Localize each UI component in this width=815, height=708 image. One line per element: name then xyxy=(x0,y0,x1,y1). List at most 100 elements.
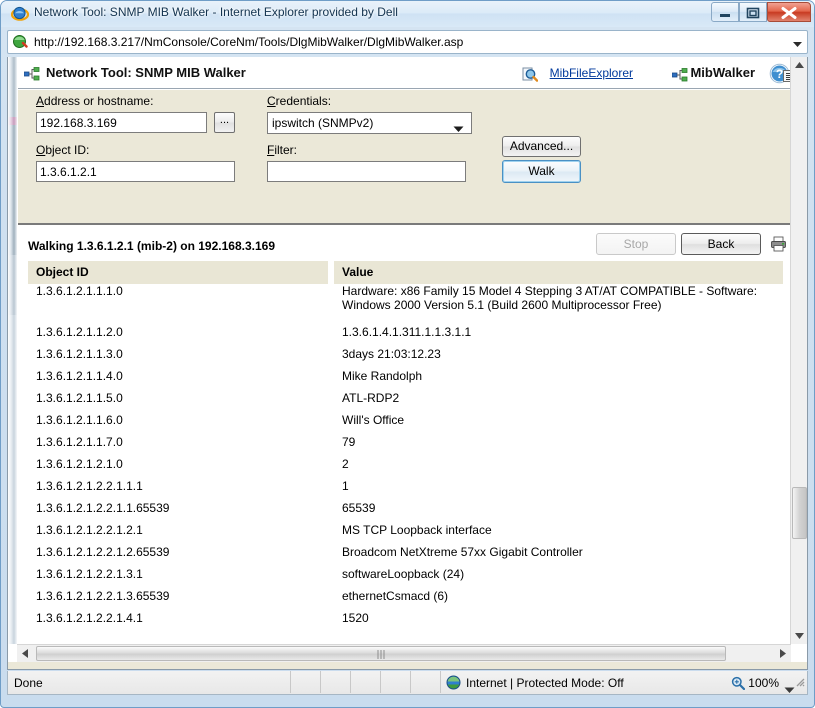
browser-window: Network Tool: SNMP MIB Walker - Internet… xyxy=(0,0,815,708)
table-row[interactable]: 1.3.6.1.2.1.2.2.1.1.65539 65539 xyxy=(28,501,783,523)
cell-object-id: 1.3.6.1.2.1.2.2.1.3.65539 xyxy=(36,589,169,603)
advanced-button-label: Advanced... xyxy=(510,139,573,153)
address-bar[interactable]: http://192.168.3.217/NmConsole/CoreNm/To… xyxy=(7,30,808,54)
address-bar-container: http://192.168.3.217/NmConsole/CoreNm/To… xyxy=(7,30,808,54)
cell-object-id: 1.3.6.1.2.1.2.2.1.2.1 xyxy=(36,523,143,537)
scroll-down-button[interactable] xyxy=(791,627,808,644)
walk-status-text: Walking 1.3.6.1.2.1 (mib-2) on 192.168.3… xyxy=(28,239,275,253)
cell-value: 1.3.6.1.4.1.311.1.1.3.1.1 xyxy=(342,325,782,339)
address-url: http://192.168.3.217/NmConsole/CoreNm/To… xyxy=(34,35,463,49)
browse-credentials-button[interactable]: ... xyxy=(214,112,235,133)
cell-value: 1520 xyxy=(342,611,782,625)
link-mibfileexplorer[interactable]: MibFileExplorer xyxy=(550,66,633,80)
table-row[interactable]: 1.3.6.1.2.1.2.2.1.2.65539Broadcom NetXtr… xyxy=(28,545,783,567)
address-input[interactable] xyxy=(36,112,207,133)
cell-object-id: 1.3.6.1.2.1.1.2.0 xyxy=(36,325,123,339)
app-header: Network Tool: SNMP MIB Walker MibFileExp… xyxy=(18,59,800,89)
table-row[interactable]: 1.3.6.1.2.1.1.7.079 xyxy=(28,435,783,457)
cell-value: Will's Office xyxy=(342,413,782,427)
scroll-up-button[interactable] xyxy=(791,57,808,74)
security-zone-text[interactable]: Internet | Protected Mode: Off xyxy=(466,676,624,690)
filter-label: Filter: xyxy=(267,143,297,157)
cell-value: MS TCP Loopback interface xyxy=(342,523,782,537)
credentials-select[interactable]: ipswitch (SNMPv2) xyxy=(267,112,472,134)
cell-object-id: 1.3.6.1.2.1.2.2.1.1.65539 xyxy=(36,501,169,515)
results-table-body: 1.3.6.1.2.1.1.1.0 Hardware: x86 Family 15… xyxy=(28,284,783,630)
cell-object-id: 1.3.6.1.2.1.1.1.0 xyxy=(36,284,123,298)
cell-object-id: 1.3.6.1.2.1.1.3.0 xyxy=(36,347,123,361)
printer-icon[interactable] xyxy=(770,236,787,257)
cell-value: softwareLoopback (24) xyxy=(342,567,782,581)
cell-object-id: 1.3.6.1.2.1.2.2.1.2.65539 xyxy=(36,545,169,559)
back-button[interactable]: Back xyxy=(681,233,761,255)
scroll-right-button[interactable] xyxy=(774,645,791,662)
column-header-value[interactable]: Value xyxy=(334,261,783,284)
table-row[interactable]: 1.3.6.1.2.1.2.2.1.4.1 1520 xyxy=(28,611,783,630)
stop-button-label: Stop xyxy=(624,237,649,251)
results-table-header: Object ID Value xyxy=(28,261,783,284)
cell-value: ATL-RDP2 xyxy=(342,391,782,405)
ie-icon xyxy=(11,5,29,23)
table-row[interactable]: 1.3.6.1.2.1.1.6.0 Will's Office xyxy=(28,413,783,435)
minimize-button[interactable] xyxy=(711,2,739,22)
credentials-label: Credentials: xyxy=(267,94,331,108)
table-row[interactable]: 1.3.6.1.2.1.2.1.02 xyxy=(28,457,783,479)
chevron-down-icon[interactable] xyxy=(791,37,804,49)
page-vertical-scrollbar[interactable] xyxy=(790,57,807,644)
vertical-scroll-thumb[interactable] xyxy=(792,487,807,539)
scroll-grip-icon xyxy=(377,650,386,659)
network-nodes-icon xyxy=(24,67,40,86)
link-mibwalker[interactable]: MibWalker xyxy=(690,65,755,80)
filter-input[interactable] xyxy=(267,161,466,182)
cell-object-id: 1.3.6.1.2.1.1.5.0 xyxy=(36,391,123,405)
resize-grip-icon[interactable] xyxy=(793,674,805,692)
status-bar: Done Internet | Protected Mode: Off 100% xyxy=(7,671,808,695)
chevron-down-icon xyxy=(453,122,464,136)
cell-value: Mike Randolph xyxy=(342,369,782,383)
address-label: Address or hostname: xyxy=(36,94,153,108)
cell-value: 79 xyxy=(342,435,782,449)
left-edge-strip xyxy=(8,57,17,644)
cell-value: ethernetCsmacd (6) xyxy=(342,589,782,603)
scroll-left-button[interactable] xyxy=(17,645,34,662)
results-panel: Walking 1.3.6.1.2.1 (mib-2) on 192.168.3… xyxy=(18,227,800,644)
zoom-level-label[interactable]: 100% xyxy=(748,676,779,690)
table-row[interactable]: 1.3.6.1.2.1.1.1.0 Hardware: x86 Family 15… xyxy=(28,284,783,325)
minimize-icon xyxy=(713,5,737,21)
advanced-button[interactable]: Advanced... xyxy=(502,136,581,157)
query-form-panel: Address or hostname: ... Credentials: ip… xyxy=(18,90,800,225)
column-header-object-id[interactable]: Object ID xyxy=(28,261,328,284)
table-row[interactable]: 1.3.6.1.2.1.1.2.0 1.3.6.1.4.1.311.1.1.3.1… xyxy=(28,325,783,347)
close-button[interactable] xyxy=(767,2,811,22)
maximize-button[interactable] xyxy=(739,2,767,22)
cell-object-id: 1.3.6.1.2.1.2.1.0 xyxy=(36,457,123,471)
table-row[interactable]: 1.3.6.1.2.1.1.5.0 ATL-RDP2 xyxy=(28,391,783,413)
close-icon xyxy=(769,5,809,21)
stop-button[interactable]: Stop xyxy=(596,233,676,255)
horizontal-scroll-thumb[interactable] xyxy=(36,646,726,661)
globe-icon xyxy=(12,34,28,50)
globe-icon xyxy=(446,675,461,695)
table-row[interactable]: 1.3.6.1.2.1.1.4.0Mike Randolph xyxy=(28,369,783,391)
table-row[interactable]: 1.3.6.1.2.1.1.3.03days 21:03:12.23 xyxy=(28,347,783,369)
network-nodes-icon xyxy=(672,68,688,87)
cell-value: 1 xyxy=(342,479,782,493)
cell-object-id: 1.3.6.1.2.1.2.2.1.4.1 xyxy=(36,611,143,625)
table-row[interactable]: 1.3.6.1.2.1.2.2.1.2.1 MS TCP Loopback int… xyxy=(28,523,783,545)
zoom-magnifier-icon[interactable] xyxy=(731,676,745,695)
table-row[interactable]: 1.3.6.1.2.1.2.2.1.3.1 softwareLoopback (2… xyxy=(28,567,783,589)
object-id-label: Object ID: xyxy=(36,143,89,157)
page-viewport: Network Tool: SNMP MIB Walker MibFileExp… xyxy=(7,57,808,670)
walk-button[interactable]: Walk xyxy=(502,160,581,183)
cell-value: 65539 xyxy=(342,501,782,515)
cell-value: Hardware: x86 Family 15 Model 4 Stepping… xyxy=(342,284,782,312)
magnifier-file-icon xyxy=(522,67,538,87)
table-row[interactable]: 1.3.6.1.2.1.2.2.1.3.65539 ethernetCsmacd … xyxy=(28,589,783,611)
cell-object-id: 1.3.6.1.2.1.2.2.1.3.1 xyxy=(36,567,143,581)
walk-button-label: Walk xyxy=(528,164,554,178)
object-id-input[interactable] xyxy=(36,161,235,182)
cell-object-id: 1.3.6.1.2.1.1.6.0 xyxy=(36,413,123,427)
page-title: Network Tool: SNMP MIB Walker xyxy=(46,65,246,80)
page-horizontal-scrollbar[interactable] xyxy=(17,644,791,662)
table-row[interactable]: 1.3.6.1.2.1.2.2.1.1.11 xyxy=(28,479,783,501)
